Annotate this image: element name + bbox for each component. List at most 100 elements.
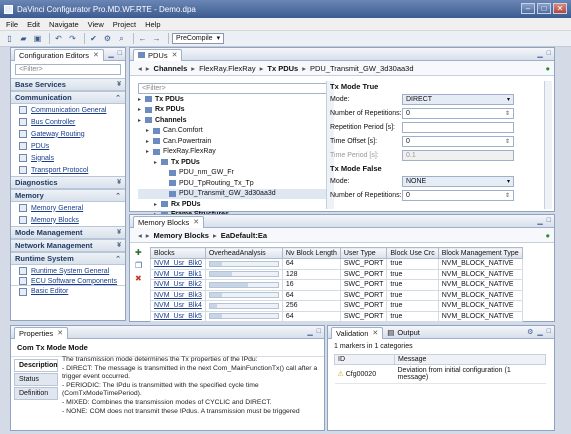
table-row[interactable]: NVM_Usr_Blk0 64 SWC_PORT true NVM_BLOCK_NATI… [150,258,523,270]
column-header[interactable]: OverheadAnalysis [204,247,283,259]
new-file-icon[interactable]: ▯ [4,33,15,44]
minimize-view-icon[interactable]: ▁ [108,50,113,58]
editor-item-pdus[interactable]: PDUs [11,140,125,152]
chevron-down-icon[interactable]: ▾ [507,96,510,103]
section-mode-management[interactable]: Mode Management ¥ [11,226,125,239]
breadcrumb-item[interactable]: Memory Blocks [154,231,209,240]
property-input[interactable]: 0 ⇕ [402,189,514,201]
menu-file[interactable]: File [6,20,18,29]
chevron-down-icon[interactable]: ▾ [507,178,510,185]
section-runtime-system[interactable]: Runtime System ⌃ [11,252,125,265]
editor-item-basic-editor[interactable]: Basic Editor [11,285,125,297]
editor-item-communication-general[interactable]: Communication General [11,104,125,116]
mode-select[interactable]: DIRECT ▾ [402,93,514,105]
section-network-management[interactable]: Network Management ¥ [11,239,125,252]
editor-item-bus-controller[interactable]: Bus Controller [11,116,125,128]
expand-toggle-icon[interactable]: ▸ [154,201,161,208]
tab-status[interactable]: Status [14,373,58,386]
spinner-icon[interactable]: ⇕ [505,192,510,199]
menu-project[interactable]: Project [113,20,136,29]
menu-navigate[interactable]: Navigate [49,20,79,29]
properties-scrollbar[interactable] [544,81,552,209]
maximize-view-icon[interactable]: □ [118,50,122,58]
table-row[interactable]: NVM_Usr_Blk3 64 SWC_PORT true NVM_BLOCK_NATI… [150,289,523,301]
expand-icon[interactable]: ¥ [117,179,125,186]
search-icon[interactable]: ⌕ [116,33,127,44]
minimize-view-icon[interactable]: ▁ [307,328,312,336]
menu-view[interactable]: View [88,20,104,29]
editor-item-memory-general[interactable]: Memory General [11,202,125,214]
column-header[interactable]: ID [334,354,395,365]
add-icon[interactable]: ✚ [135,248,145,261]
close-icon[interactable]: ✕ [93,51,99,59]
property-input[interactable]: 0 ⇕ [402,107,514,119]
tree-node[interactable]: PDU_TpRouting_Tx_Tp [138,178,328,189]
minimize-view-icon[interactable]: ▁ [537,50,542,58]
mode-select[interactable]: NONE ▾ [402,175,514,187]
minimize-button[interactable]: – [521,3,535,14]
block-name-link[interactable]: NVM_Usr_Blk3 [150,289,206,301]
tree-node[interactable]: ▸ Channels [138,115,328,126]
table-row[interactable]: NVM_Usr_Blk5 64 SWC_PORT true NVM_BLOCK_NATI… [150,310,523,322]
tab-memory-blocks[interactable]: Memory Blocks ✕ [133,215,205,228]
tree-node[interactable]: ▸ Tx PDUs [138,94,328,105]
open-folder-icon[interactable]: ▰ [18,33,29,44]
expand-toggle-icon[interactable]: ▸ [138,96,145,103]
block-name-link[interactable]: NVM_Usr_Blk2 [150,279,206,291]
maximize-view-icon[interactable]: □ [317,328,321,336]
editor-item-transport-protocol[interactable]: Transport Protocol [11,164,125,176]
maximize-view-icon[interactable]: □ [547,50,551,58]
expand-toggle-icon[interactable]: ▸ [146,127,153,134]
gear-icon[interactable]: ⚙ [527,328,533,336]
column-header[interactable]: Message [394,354,546,365]
table-row[interactable]: ⚠ Cfg00020 Deviation from initial config… [334,364,546,384]
section-diagnostics[interactable]: Diagnostics ¥ [11,176,125,189]
block-name-link[interactable]: NVM_Usr_Blk5 [150,310,206,322]
tab-definition[interactable]: Definition [14,387,58,400]
generate-icon[interactable]: ⚙ [102,33,113,44]
tab-configuration-editors[interactable]: Configuration Editors ✕ [14,48,104,61]
column-header[interactable]: Blocks [150,247,206,259]
column-header[interactable]: Block Management Type [437,247,523,259]
tab-properties[interactable]: Properties ✕ [14,326,69,339]
tab-pdus[interactable]: PDUs ✕ [133,48,183,61]
breadcrumb-item[interactable]: EaDefault:Ea [221,231,267,240]
back-icon[interactable]: ← [137,33,148,44]
column-header[interactable]: Nv Block Length [281,247,341,259]
redo-icon[interactable]: ↷ [67,33,78,44]
nav-forward-icon[interactable]: ▸ [146,231,150,240]
tree-node[interactable]: ▸ Tx PDUs [138,157,328,168]
expand-toggle-icon[interactable]: ▸ [146,148,153,155]
collapse-icon[interactable]: ⌃ [115,192,125,200]
minimize-view-icon[interactable]: ▁ [537,217,542,225]
tree-node[interactable]: PDU_Transmit_GW_3d30aa3d [138,188,328,199]
menu-help[interactable]: Help [145,20,160,29]
table-row[interactable]: NVM_Usr_Blk1 128 SWC_PORT true NVM_BLOCK_NAT… [150,268,523,280]
collapse-icon[interactable]: ⌃ [115,94,125,102]
breadcrumb-item[interactable]: Tx PDUs [267,64,298,73]
block-name-link[interactable]: NVM_Usr_Blk4 [150,300,206,312]
maximize-view-icon[interactable]: □ [547,328,551,336]
validate-icon[interactable]: ✔ [88,33,99,44]
section-memory[interactable]: Memory ⌃ [11,189,125,202]
section-communication[interactable]: Communication ⌃ [11,91,125,104]
maximize-view-icon[interactable]: □ [547,217,551,225]
block-name-link[interactable]: NVM_Usr_Blk0 [150,258,206,270]
property-input[interactable] [402,121,514,133]
undo-icon[interactable]: ↶ [53,33,64,44]
nav-forward-icon[interactable]: ▸ [146,64,150,73]
table-row[interactable]: NVM_Usr_Blk4 256 SWC_PORT true NVM_BLOCK_NAT… [150,300,523,312]
column-header[interactable]: User Type [339,247,388,259]
breadcrumb-item[interactable]: FlexRay.FlexRay [199,64,256,73]
editor-filter-input[interactable]: <Filter> [15,64,121,75]
tree-node[interactable]: ▸ Rx PDUs [138,199,328,210]
column-header[interactable]: Block Use Crc [386,247,439,259]
tree-node[interactable]: ▸ Can.Comfort [138,126,328,137]
duplicate-icon[interactable]: ❐ [135,261,145,274]
breadcrumb-item[interactable]: PDU_Transmit_GW_3d30aa3d [310,64,414,73]
expand-toggle-icon[interactable]: ▸ [154,159,161,166]
close-icon[interactable]: ✕ [372,329,378,337]
tab-description[interactable]: Description [14,359,58,372]
menu-edit[interactable]: Edit [27,20,40,29]
table-row[interactable]: NVM_Usr_Blk2 16 SWC_PORT true NVM_BLOCK_NATI… [150,279,523,291]
